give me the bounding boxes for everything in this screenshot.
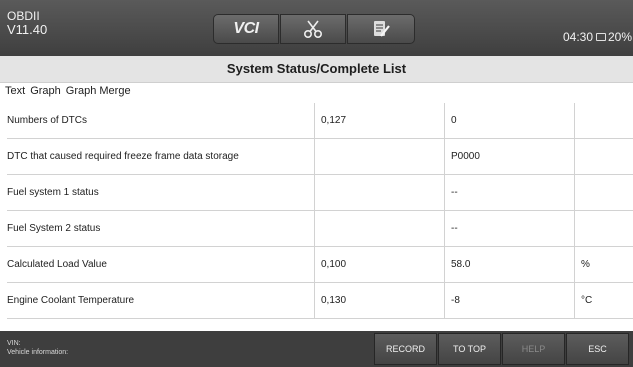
report-icon [374,21,390,37]
scissors-icon [303,20,323,39]
parameter-name: DTC that caused required freeze frame da… [7,151,239,162]
tab-graph[interactable]: Graph [30,85,61,101]
parameter-value: P0000 [444,139,574,174]
table-row[interactable]: Fuel system 1 status -- [7,175,633,211]
parameter-range: 0,130 [314,283,444,318]
parameter-name: Calculated Load Value [7,259,107,270]
view-tabs: Text Graph Graph Merge [5,85,136,101]
table-row[interactable]: Fuel System 2 status -- [7,211,633,247]
parameter-unit: % [574,247,633,282]
parameter-unit [574,103,633,138]
report-button[interactable] [347,14,415,44]
parameter-unit: °C [574,283,633,318]
record-button[interactable]: RECORD [374,333,437,365]
data-stream-table: Numbers of DTCs 0,127 0 DTC that caused … [7,103,633,319]
clock: 04:30 [563,30,594,44]
battery-status: 20% [596,30,632,44]
esc-button[interactable]: ESC [566,333,629,365]
tab-graph-merge[interactable]: Graph Merge [66,85,131,101]
tab-text[interactable]: Text [5,85,25,101]
parameter-name: Numbers of DTCs [7,115,88,126]
bottom-bar: VIN: Vehicle information: RECORD TO TOP … [0,331,633,367]
app-version: V11.40 [7,22,48,37]
parameter-unit [574,211,633,246]
parameter-range [314,211,444,246]
vehicle-info-label: Vehicle information: [7,349,69,356]
parameter-value: -8 [444,283,574,318]
vci-icon: VCI [233,20,259,37]
parameter-value: 0 [444,103,574,138]
parameter-range [314,175,444,210]
table-row[interactable]: DTC that caused required freeze frame da… [7,139,633,175]
table-row[interactable]: Calculated Load Value 0,100 58.0 % [7,247,633,283]
obd-app-window: OBDII V11.40 VCI 04:30 20% System Status… [0,0,633,367]
parameter-unit [574,175,633,210]
table-row[interactable]: Engine Coolant Temperature 0,130 -8 °C [7,283,633,319]
parameter-range: 0,127 [314,103,444,138]
parameter-name: Engine Coolant Temperature [7,295,135,306]
parameter-range [314,139,444,174]
top-bar: OBDII V11.40 VCI 04:30 20% [0,0,633,56]
vci-button[interactable]: VCI [213,14,279,44]
parameter-range: 0,100 [314,247,444,282]
parameter-value: 58.0 [444,247,574,282]
help-button[interactable]: HELP [502,333,565,365]
app-name: OBDII [7,9,40,23]
parameter-name: Fuel system 1 status [7,187,99,198]
parameter-value: -- [444,211,574,246]
parameter-name: Fuel System 2 status [7,223,101,234]
battery-icon [596,33,606,41]
vehicle-info: VIN: Vehicle information: [7,339,68,357]
battery-level: 20% [608,30,633,44]
page-title: System Status/Complete List [0,56,633,83]
table-row[interactable]: Numbers of DTCs 0,127 0 [7,103,633,139]
parameter-value: -- [444,175,574,210]
to-top-button[interactable]: TO TOP [438,333,501,365]
screenshot-button[interactable] [280,14,346,44]
app-title: OBDII V11.40 [7,9,47,37]
vin-label: VIN: [7,340,21,347]
parameter-unit [574,139,633,174]
